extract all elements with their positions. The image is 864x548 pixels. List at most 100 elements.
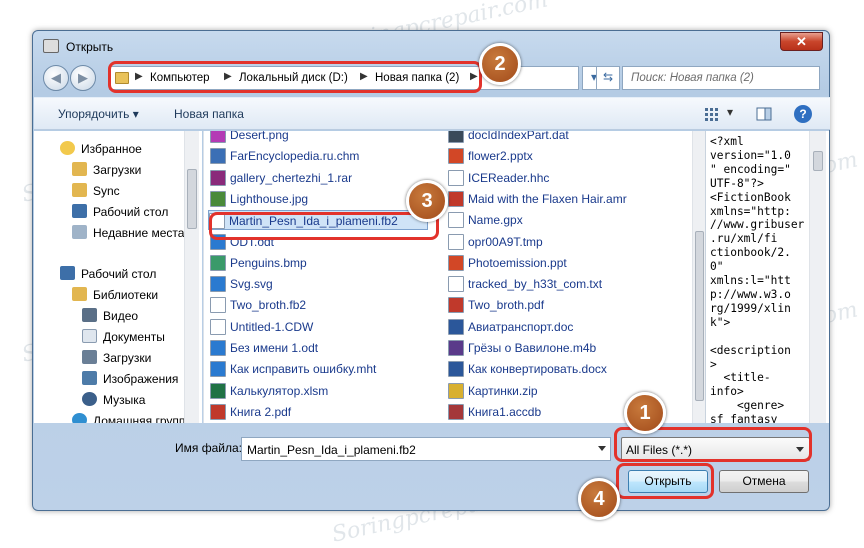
file-name: Untitled-1.CDW — [230, 319, 314, 334]
music-icon — [82, 392, 97, 406]
file-name: Книга1.accdb — [468, 404, 542, 419]
downloads-icon — [72, 162, 87, 176]
toolbar: Упорядочить ▾ Новая папка ▾ ? — [34, 97, 830, 130]
homegroup-icon — [72, 413, 87, 423]
svg-icon — [210, 276, 226, 293]
png-icon — [210, 131, 226, 143]
file-name: flower2.pptx — [468, 149, 533, 164]
app-icon — [43, 39, 59, 53]
file-icon — [210, 318, 226, 335]
file-name: Penguins.bmp — [230, 255, 307, 270]
file-name: Two_broth.pdf — [468, 298, 545, 313]
jpg-icon — [210, 190, 226, 207]
help-icon[interactable]: ? — [794, 105, 812, 123]
pptx-icon — [448, 148, 464, 165]
preview-pane-icon[interactable] — [756, 106, 772, 122]
amr-icon — [448, 190, 464, 207]
step-badge-4: 4 — [578, 478, 620, 520]
doc-icon — [448, 318, 464, 335]
accdb-icon — [448, 403, 464, 420]
forward-arrow-icon: ▶ — [78, 70, 88, 85]
file-name: ICEReader.hhc — [468, 170, 550, 185]
callout-frame-3 — [209, 212, 439, 240]
desktop-icon — [60, 266, 75, 280]
file-list-scrollbar[interactable] — [692, 131, 706, 423]
step-badge-2: 2 — [479, 43, 521, 85]
file-name: FarEncyclopedia.ru.chm — [230, 149, 360, 164]
new-folder-button[interactable]: Новая папка — [174, 107, 244, 121]
file-icon — [448, 212, 464, 229]
file-name: Desert.png — [230, 131, 289, 142]
window-title: Открыть — [66, 40, 114, 54]
folder-icon — [72, 183, 87, 197]
file-name: Грёзы о Вавилоне.m4b — [468, 341, 597, 355]
file-name: Photoemission.ppt — [468, 255, 567, 270]
preview-scrollbar[interactable] — [809, 131, 826, 423]
desktop-icon — [72, 204, 87, 218]
filename-input[interactable]: Martin_Pesn_Ida_i_plameni.fb2 — [241, 437, 611, 461]
chevron-down-icon[interactable] — [598, 446, 606, 451]
documents-icon — [82, 329, 97, 343]
pdf-icon — [448, 297, 464, 314]
file-name: Lighthouse.jpg — [230, 191, 309, 206]
navigation-pane: Избранное Загрузки Sync Рабочий стол Нед… — [34, 131, 202, 423]
dat-icon — [448, 131, 464, 143]
step-badge-1: 1 — [624, 392, 666, 434]
pdf-icon — [210, 403, 226, 420]
filename-value: Martin_Pesn_Ida_i_plameni.fb2 — [247, 443, 416, 457]
filename-label: Имя файла: — [175, 441, 242, 455]
zip-icon — [448, 382, 464, 399]
downloads-icon — [82, 350, 97, 364]
file-name: Книга 2.pdf — [230, 404, 292, 419]
file-name: Maid with the Flaxen Hair.amr — [468, 191, 627, 206]
file-list-scroll-thumb[interactable] — [695, 231, 704, 401]
file-name: gallery_chertezhi_1.rar — [230, 170, 353, 185]
pictures-icon — [82, 371, 97, 385]
ppt-icon — [448, 254, 464, 271]
file-name: Two_broth.fb2 — [230, 298, 307, 313]
file-name: opr00A9T.tmp — [468, 234, 543, 249]
xlsm-icon — [210, 382, 226, 399]
nav-scrollbar[interactable] — [184, 131, 199, 423]
star-icon — [60, 141, 75, 155]
back-arrow-icon: ◀ — [51, 70, 61, 85]
rar-icon — [210, 169, 226, 186]
bmp-icon — [210, 254, 226, 271]
file-name: Картинки.zip — [468, 383, 538, 398]
libraries-icon — [72, 287, 87, 301]
back-button[interactable]: ◀ — [43, 65, 69, 91]
view-dropdown-icon[interactable]: ▾ — [727, 105, 733, 119]
file-name: tracked_by_h33t_com.txt — [468, 277, 603, 292]
file-list: Desert.png FarEncyclopedia.ru.chm gallery_… — [203, 131, 709, 423]
file-name: Как конвертировать.docx — [468, 362, 607, 377]
m4b-icon — [448, 340, 464, 356]
video-icon — [82, 308, 97, 322]
organize-button[interactable]: Упорядочить ▾ — [58, 107, 139, 121]
view-options-icon[interactable] — [704, 106, 720, 122]
file-icon — [210, 297, 226, 314]
close-button[interactable]: ✕ — [780, 32, 823, 51]
callout-frame-2 — [108, 61, 482, 93]
txt-icon — [448, 276, 464, 293]
nav-scroll-thumb[interactable] — [187, 169, 197, 229]
file-name: Без имени 1.odt — [230, 341, 319, 355]
file-name: Name.gpx — [468, 213, 523, 228]
recent-icon — [72, 225, 87, 239]
mht-icon — [210, 361, 226, 378]
refresh-button[interactable]: ⇆ — [596, 66, 620, 90]
file-name: Svg.svg — [230, 277, 273, 292]
refresh-icon: ⇆ — [602, 70, 614, 84]
cancel-button[interactable]: Отмена — [719, 470, 809, 493]
chm-icon — [210, 148, 226, 165]
forward-button[interactable]: ▶ — [70, 65, 96, 91]
file-name: Авиатранспорт.doc — [468, 319, 574, 334]
file-name: Как исправить ошибку.mht — [230, 362, 377, 377]
preview-scroll-thumb[interactable] — [813, 151, 823, 171]
file-name: docIdIndexPart.dat — [468, 131, 569, 142]
search-input[interactable]: Поиск: Новая папка (2) — [622, 66, 820, 90]
step-badge-3: 3 — [406, 180, 448, 222]
odt-icon — [210, 340, 226, 356]
title-bar: Открыть ✕ — [33, 31, 829, 61]
docx-icon — [448, 361, 464, 378]
callout-frame-4 — [616, 463, 714, 499]
